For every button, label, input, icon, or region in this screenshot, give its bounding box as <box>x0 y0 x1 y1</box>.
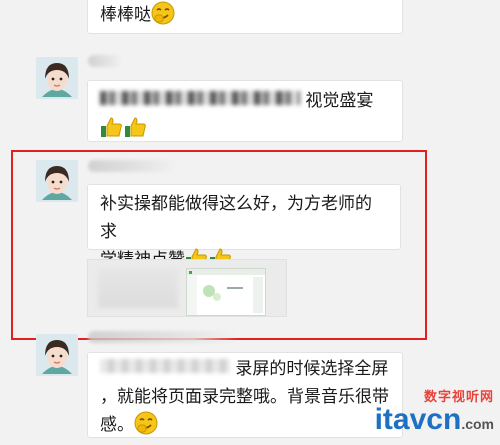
thumbs-up-emoji-icon <box>124 115 148 147</box>
smirk-emoji-icon <box>151 1 175 34</box>
message-text: 棒棒哒 <box>100 5 151 25</box>
blurred-text <box>100 359 230 373</box>
avatar[interactable] <box>36 57 78 99</box>
message-text-line-2: ，就能将页面录完整哦。背景音乐很带 <box>100 387 389 407</box>
message-text-line-3: 感。 <box>100 415 134 435</box>
message-bubble-4: 录屏的时候选择全屏 ，就能将页面录完整哦。背景音乐很带 感。 <box>87 352 403 438</box>
blurred-text <box>100 91 300 105</box>
message-bubble-2: 视觉盛宴 <box>87 80 403 142</box>
sender-name-blurred <box>88 55 122 67</box>
highlight-box <box>11 150 427 340</box>
watermark-suffix: .com <box>461 416 494 432</box>
watermark-logo: itavcn <box>374 403 462 436</box>
smirk-emoji-icon <box>134 411 158 444</box>
avatar[interactable] <box>36 334 78 376</box>
message-text-line-1: 录屏的时候选择全屏 <box>235 359 389 379</box>
message-bubble-1: 棒棒哒 <box>87 0 403 34</box>
message-text: 视觉盛宴 <box>305 91 374 111</box>
thumbs-up-emoji-icon <box>100 115 124 147</box>
site-watermark: 数字视听网 itavcn.com <box>375 386 494 439</box>
sender-name-blurred <box>88 331 238 343</box>
